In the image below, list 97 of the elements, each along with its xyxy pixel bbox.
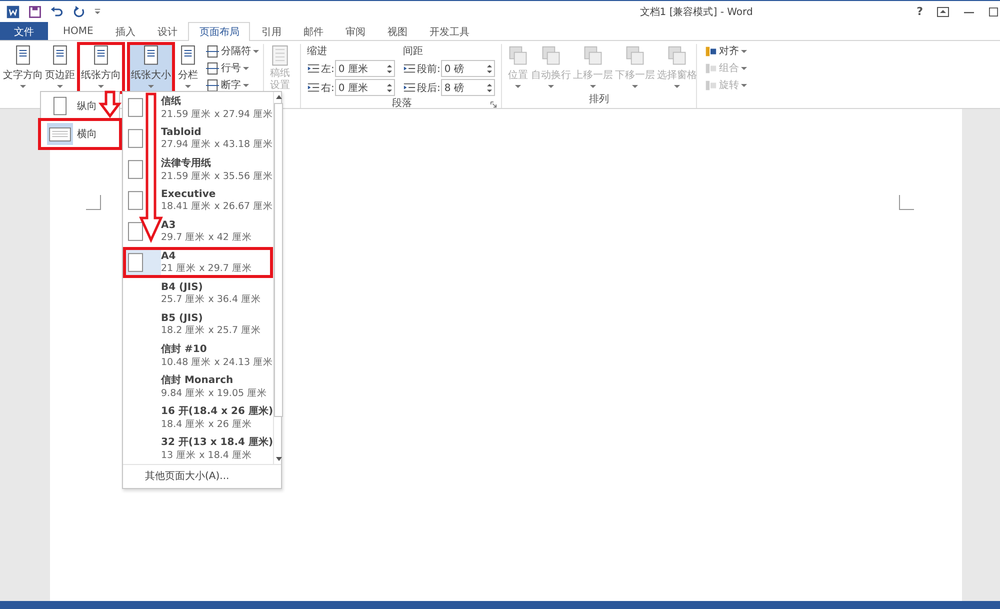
caret-icon bbox=[515, 85, 521, 88]
caret-icon bbox=[20, 85, 26, 88]
page-break-icon bbox=[206, 44, 219, 58]
page-icon bbox=[128, 160, 143, 179]
caret-icon bbox=[98, 85, 104, 88]
page-icon bbox=[128, 222, 143, 241]
caret-icon bbox=[253, 50, 259, 52]
indent-icon bbox=[307, 81, 320, 94]
scroll-bar[interactable] bbox=[273, 92, 284, 464]
menu-item[interactable]: B5 (JIS) 18.2 厘米 x 25.7 厘米 bbox=[123, 309, 274, 340]
spinner-icon[interactable] bbox=[487, 62, 492, 74]
ribbon-button[interactable]: 页边距 bbox=[44, 44, 76, 92]
customize-icon[interactable] bbox=[94, 8, 101, 15]
caret-icon bbox=[185, 85, 191, 88]
menu-item[interactable]: 32 开(13 x 18.4 厘米) 13 厘米 x 18.4 厘米 bbox=[123, 433, 274, 464]
caret-icon bbox=[243, 66, 249, 70]
help-button[interactable]: ? bbox=[916, 5, 923, 18]
corner-mark bbox=[86, 195, 101, 210]
align-icon bbox=[704, 78, 717, 92]
spin-field[interactable]: 0 厘米 bbox=[335, 79, 395, 96]
undo-icon[interactable] bbox=[50, 4, 64, 18]
indent-icon bbox=[307, 62, 320, 75]
dialog-launcher-icon[interactable] bbox=[490, 100, 497, 108]
spin-field[interactable]: 0 厘米 bbox=[335, 60, 395, 77]
field-label: 段前: bbox=[417, 62, 440, 76]
menu-item[interactable]: 法律专用纸 21.59 厘米 x 35.56 厘米 bbox=[123, 154, 274, 185]
menu-item[interactable]: 信封 Monarch 9.84 厘米 x 19.05 厘米 bbox=[123, 371, 274, 402]
spin-field[interactable]: 0 磅 bbox=[441, 60, 495, 77]
arrow bbox=[98, 90, 122, 118]
corner-mark bbox=[899, 195, 914, 210]
ribbon-tab[interactable]: 设计 bbox=[146, 22, 188, 40]
ribbon-button[interactable]: 纸张方向 bbox=[80, 44, 122, 92]
caret-icon bbox=[57, 85, 63, 88]
caret-icon bbox=[243, 84, 249, 86]
ribbon-display-icon[interactable] bbox=[937, 6, 949, 16]
ribbon-tab[interactable]: 邮件 bbox=[292, 22, 334, 40]
align-icon bbox=[704, 62, 717, 74]
menu-item[interactable]: A4 21 厘米 x 29.7 厘米 bbox=[123, 247, 274, 278]
menu-item[interactable]: Tabloid 27.94 厘米 x 43.18 厘米 bbox=[123, 123, 274, 154]
group-heading: 缩进 bbox=[307, 44, 328, 58]
page-icon bbox=[128, 253, 143, 272]
ribbon-button[interactable]: 分栏 bbox=[176, 44, 200, 92]
menu-item[interactable]: B4 (JIS) 25.7 厘米 x 36.4 厘米 bbox=[123, 278, 274, 309]
field-label: 左: bbox=[321, 62, 334, 76]
page-icon bbox=[128, 98, 143, 117]
scroll-down-icon[interactable] bbox=[276, 457, 282, 461]
caret-icon bbox=[632, 85, 638, 88]
group-label: 段落 bbox=[392, 96, 412, 111]
group-label: 排列 bbox=[588, 92, 610, 107]
ribbon-button[interactable]: 分隔符 bbox=[206, 44, 259, 58]
caret-icon bbox=[741, 50, 747, 52]
menu-item[interactable]: 其他页面大小(A)... bbox=[123, 464, 281, 488]
ribbon-tab[interactable]: HOME bbox=[52, 22, 104, 40]
ribbon-button[interactable]: 纸张大小 bbox=[130, 44, 172, 92]
menu-item[interactable]: 纵向 bbox=[41, 92, 119, 120]
spinner-icon[interactable] bbox=[387, 62, 392, 74]
menu-item[interactable]: Executive 18.41 厘米 x 26.67 厘米 bbox=[123, 185, 274, 216]
page-icon bbox=[47, 123, 73, 145]
ribbon-tab[interactable]: 开发工具 bbox=[418, 22, 480, 40]
spinner-icon[interactable] bbox=[487, 82, 492, 94]
maximize-icon[interactable] bbox=[989, 6, 998, 16]
ribbon-tab[interactable]: 插入 bbox=[104, 22, 146, 40]
ribbon-tab[interactable]: 审阅 bbox=[334, 22, 376, 40]
field-label: 段后: bbox=[417, 82, 440, 94]
ribbon-tab[interactable]: 文件 bbox=[0, 22, 48, 40]
indent-icon bbox=[403, 81, 416, 94]
field-label: 右: bbox=[321, 82, 334, 94]
menu-item[interactable]: A3 29.7 厘米 x 42 厘米 bbox=[123, 216, 274, 247]
caret-icon bbox=[741, 66, 747, 70]
redo-icon[interactable] bbox=[72, 4, 86, 18]
ribbon-button[interactable]: 对齐 bbox=[704, 44, 747, 58]
menu-item[interactable]: 16 开(18.4 x 26 厘米) 18.4 厘米 x 26 厘米 bbox=[123, 402, 274, 433]
caret-icon bbox=[590, 85, 596, 88]
ribbon-tab[interactable]: 视图 bbox=[376, 22, 418, 40]
caret-icon bbox=[674, 85, 680, 88]
caret-icon bbox=[148, 85, 154, 88]
caret-icon bbox=[741, 84, 747, 86]
ribbon-tab[interactable]: 引用 bbox=[250, 22, 292, 40]
spin-field[interactable]: 8 磅 bbox=[441, 79, 495, 96]
page-icon bbox=[128, 191, 143, 210]
app-logo-icon bbox=[6, 4, 20, 18]
window-title: 文档1 [兼容模式] - Word bbox=[638, 6, 754, 18]
menu-item[interactable]: 横向 bbox=[41, 120, 119, 148]
menu-item[interactable]: 信封 #10 10.48 厘米 x 24.13 厘米 bbox=[123, 340, 274, 371]
caret-icon bbox=[548, 85, 554, 88]
ribbon-button[interactable]: 行号 bbox=[206, 61, 259, 75]
save-icon[interactable] bbox=[28, 4, 42, 18]
ribbon-tab[interactable]: 页面布局 bbox=[188, 22, 250, 41]
indent-icon bbox=[403, 62, 416, 75]
align-icon bbox=[704, 44, 717, 58]
ribbon-button[interactable]: 文字方向 bbox=[2, 44, 44, 92]
spinner-icon[interactable] bbox=[387, 82, 392, 94]
page-icon bbox=[128, 129, 143, 148]
grid-paper-icon bbox=[269, 44, 291, 68]
page-break-icon bbox=[206, 62, 219, 74]
group-heading: 间距 bbox=[403, 45, 424, 58]
scroll-up-icon[interactable] bbox=[276, 95, 282, 99]
